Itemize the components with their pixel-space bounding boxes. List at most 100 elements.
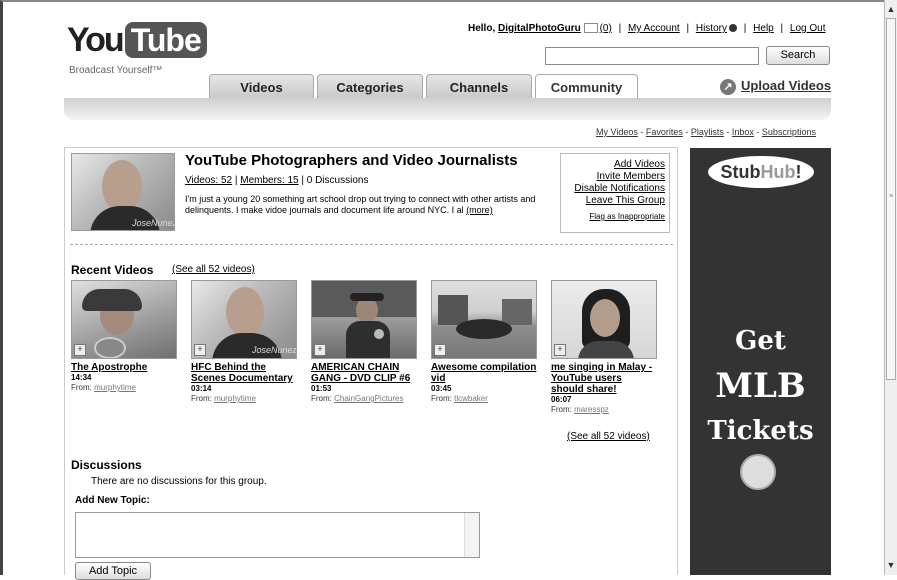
video-thumbnail[interactable]: + bbox=[71, 280, 177, 359]
new-topic-textarea[interactable] bbox=[75, 512, 480, 558]
leave-group-link[interactable]: Leave This Group bbox=[561, 195, 665, 207]
video-title-link[interactable]: me singing in Malay - YouTube users shou… bbox=[551, 362, 657, 395]
video-user-link[interactable]: murphytime bbox=[94, 383, 136, 392]
group-videos-link[interactable]: Videos: 52 bbox=[185, 175, 232, 186]
mail-icon[interactable] bbox=[583, 23, 598, 34]
group-description: I'm just a young 20 something art school… bbox=[185, 194, 545, 216]
thumbnail-watermark: JoseNunez bbox=[132, 218, 175, 228]
add-to-quicklist-icon[interactable]: + bbox=[74, 344, 86, 356]
add-to-quicklist-icon[interactable]: + bbox=[314, 344, 326, 356]
textarea-scrollbar[interactable] bbox=[464, 513, 479, 557]
history-link[interactable]: History bbox=[696, 23, 727, 34]
help-link[interactable]: Help bbox=[753, 23, 774, 34]
video-user-link[interactable]: maresspz bbox=[574, 405, 609, 414]
ad-line-get: Get bbox=[735, 326, 786, 356]
video-duration: 06:07 bbox=[551, 395, 572, 404]
greeting: Hello, bbox=[468, 23, 496, 34]
video-from: From: tlcwbaker bbox=[431, 394, 537, 404]
user-bar: Hello, DigitalPhotoGuru (0) | My Account… bbox=[468, 23, 826, 34]
ad-line-tickets: Tickets bbox=[707, 416, 814, 446]
video-from: From: ChainGangPictures bbox=[311, 394, 417, 404]
see-all-videos-top[interactable]: (See all 52 videos) bbox=[172, 264, 255, 275]
tab-community[interactable]: Community bbox=[535, 74, 638, 99]
video-from: From: murphytime bbox=[191, 394, 297, 404]
invite-members-link[interactable]: Invite Members bbox=[561, 171, 665, 183]
search-button[interactable]: Search bbox=[766, 46, 830, 65]
video-from: From: maresspz bbox=[551, 405, 657, 415]
section-divider bbox=[70, 244, 673, 245]
group-thumbnail[interactable]: JoseNunez bbox=[71, 153, 175, 231]
add-videos-link[interactable]: Add Videos bbox=[561, 159, 665, 171]
logout-link[interactable]: Log Out bbox=[790, 23, 826, 34]
video-user-link[interactable]: murphytime bbox=[214, 394, 256, 403]
see-all-videos-bottom-label: (See all 52 videos) bbox=[567, 431, 650, 442]
discussions-heading: Discussions bbox=[71, 458, 142, 472]
video-item: JoseNunez + HFC Behind the Scenes Docume… bbox=[191, 280, 297, 404]
baseball-icon bbox=[740, 454, 776, 490]
group-members-link[interactable]: Members: 15 bbox=[240, 175, 298, 186]
video-title-link[interactable]: HFC Behind the Scenes Documentary bbox=[191, 362, 297, 384]
thumbnail-watermark: JoseNunez bbox=[252, 345, 297, 355]
group-discussions-count: 0 Discussions bbox=[306, 175, 369, 186]
add-to-quicklist-icon[interactable]: + bbox=[434, 344, 446, 356]
subscriptions-link[interactable]: Subscriptions bbox=[762, 127, 816, 137]
video-duration: 03:14 bbox=[191, 384, 212, 393]
video-from-label: From: bbox=[191, 394, 212, 403]
my-account-link[interactable]: My Account bbox=[628, 23, 680, 34]
flag-inappropriate-link[interactable]: Flag as Inappropriate bbox=[561, 211, 665, 223]
favorites-link[interactable]: Favorites bbox=[646, 127, 683, 137]
video-title-link[interactable]: AMERICAN CHAIN GANG - DVD CLIP #6 bbox=[311, 362, 417, 384]
video-duration: 03:45 bbox=[431, 384, 452, 393]
ad-line-mlb: MLB bbox=[715, 366, 806, 406]
see-all-videos-top-label: (See all 52 videos) bbox=[172, 264, 255, 275]
inbox-count-link[interactable]: (0) bbox=[600, 23, 612, 34]
group-stats: Videos: 52 | Members: 15 | 0 Discussions bbox=[185, 175, 369, 186]
video-title-link[interactable]: Awesome compilation vid bbox=[431, 362, 537, 384]
stubhub-logo: StubHub! bbox=[708, 156, 814, 188]
username-link[interactable]: DigitalPhotoGuru bbox=[498, 23, 581, 34]
stubhub-advertisement[interactable]: StubHub! Get MLB Tickets bbox=[690, 148, 831, 575]
scroll-down-arrow-icon[interactable]: ▼ bbox=[885, 558, 897, 572]
video-from-label: From: bbox=[431, 394, 452, 403]
tab-channels[interactable]: Channels bbox=[426, 74, 532, 99]
add-to-quicklist-icon[interactable]: + bbox=[194, 344, 206, 356]
video-user-link[interactable]: tlcwbaker bbox=[454, 394, 488, 403]
video-item: + me singing in Malay - YouTube users sh… bbox=[551, 280, 657, 415]
stubhub-logo-bang: ! bbox=[795, 162, 802, 182]
add-to-quicklist-icon[interactable]: + bbox=[554, 344, 566, 356]
disable-notifications-link[interactable]: Disable Notifications bbox=[561, 183, 665, 195]
youtube-logo[interactable]: You Tube Broadcast Yourself™ bbox=[67, 21, 207, 76]
group-title: YouTube Photographers and Video Journali… bbox=[185, 152, 518, 169]
stubhub-logo-stub: Stub bbox=[720, 162, 761, 182]
search-input[interactable] bbox=[545, 47, 759, 65]
video-thumbnail[interactable]: + bbox=[431, 280, 537, 359]
scroll-up-arrow-icon[interactable]: ▲ bbox=[885, 2, 897, 16]
video-user-link[interactable]: ChainGangPictures bbox=[334, 394, 403, 403]
video-thumbnail[interactable]: + bbox=[311, 280, 417, 359]
video-title-link[interactable]: The Apostrophe bbox=[71, 362, 177, 373]
tab-videos[interactable]: Videos bbox=[209, 74, 314, 99]
my-links-bar: My Videos - Favorites - Playlists - Inbo… bbox=[596, 127, 816, 137]
logo-you-text: You bbox=[67, 21, 125, 59]
my-videos-link[interactable]: My Videos bbox=[596, 127, 638, 137]
vertical-scrollbar[interactable]: ▲ ≡ ▼ bbox=[884, 0, 897, 575]
video-thumbnail[interactable]: + bbox=[551, 280, 657, 359]
inbox-link[interactable]: Inbox bbox=[732, 127, 754, 137]
video-from-label: From: bbox=[71, 383, 92, 392]
video-item: + The Apostrophe 14:34 From: murphytime bbox=[71, 280, 177, 393]
add-topic-button[interactable]: Add Topic bbox=[75, 562, 151, 580]
scroll-thumb[interactable]: ≡ bbox=[886, 18, 896, 380]
playlists-link[interactable]: Playlists bbox=[691, 127, 724, 137]
video-item: + AMERICAN CHAIN GANG - DVD CLIP #6 01:5… bbox=[311, 280, 417, 404]
video-duration: 14:34 bbox=[71, 373, 92, 382]
see-all-videos-bottom[interactable]: (See all 52 videos) bbox=[567, 431, 650, 442]
tab-categories[interactable]: Categories bbox=[317, 74, 423, 99]
video-thumbnail[interactable]: JoseNunez + bbox=[191, 280, 297, 359]
upload-videos-link[interactable]: ↗ Upload Videos bbox=[720, 78, 831, 95]
video-item: + Awesome compilation vid 03:45 From: tl… bbox=[431, 280, 537, 404]
logo-tube-text: Tube bbox=[124, 22, 207, 58]
video-from-label: From: bbox=[551, 405, 572, 414]
nav-subbar bbox=[64, 98, 831, 120]
more-link[interactable]: (more) bbox=[466, 205, 493, 215]
add-new-topic-label: Add New Topic: bbox=[75, 495, 150, 506]
